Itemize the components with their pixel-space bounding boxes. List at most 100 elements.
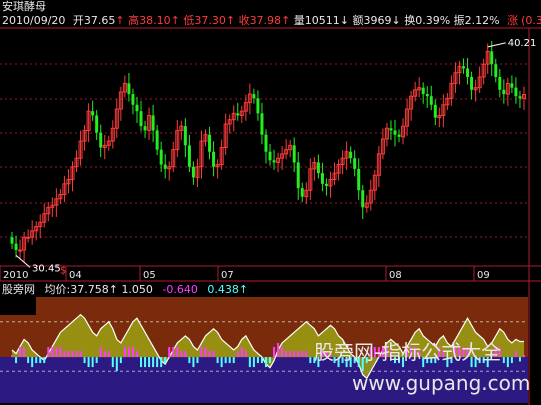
sub-histogram-bar — [144, 357, 147, 368]
sub-histogram-bar — [27, 357, 30, 364]
quote-bar: 2010/09/20 开37.65↑ 高38.10↑ 低37.30↑ 收37.9… — [2, 14, 541, 27]
sub-histogram-bar — [506, 357, 509, 368]
sub-histogram-bar — [236, 351, 239, 358]
max-price-label: 40.21 — [508, 38, 537, 49]
quote-date: 2010/09/20 — [2, 14, 66, 27]
amount-label: 额 — [352, 14, 364, 27]
candle-body-down — [397, 134, 401, 137]
candle-body-down — [135, 104, 139, 112]
sub-histogram-bar — [71, 351, 74, 358]
candle-body-down — [127, 83, 131, 95]
sub-histogram-bar — [127, 347, 130, 358]
sub-histogram-bar — [123, 347, 126, 358]
sub-histogram-bar — [43, 357, 46, 364]
sub-histogram-bar — [264, 357, 267, 368]
sub-histogram-bar — [256, 357, 259, 364]
sub-histogram-bar — [518, 357, 521, 362]
sub-histogram-bar — [248, 357, 251, 368]
sub-histogram-bar — [305, 351, 308, 358]
change-value: (0.33) — [521, 14, 541, 27]
close-label: 收 — [238, 14, 250, 27]
sub-histogram-bar — [111, 357, 114, 368]
sub-histogram-bar — [252, 357, 255, 368]
candle-body-down — [470, 77, 474, 90]
sub-histogram-bar — [91, 357, 94, 368]
sub-histogram-bar — [228, 357, 231, 364]
amount-arrow: ↓ — [391, 14, 401, 27]
low-label: 低 — [183, 14, 195, 27]
candle-body-down — [208, 134, 212, 152]
sub-histogram-bar — [55, 347, 58, 358]
candle-body-down — [155, 130, 159, 150]
sub-histogram-bar — [99, 347, 102, 358]
sub-histogram-bar — [184, 351, 187, 358]
indicator-value-3: 0.438 — [207, 283, 239, 296]
candle-body-down — [425, 94, 429, 97]
indicator-bar: 股旁网 均价:37.758↑ 1.050 -0.640 0.438↑ — [2, 283, 248, 296]
sub-histogram-bar — [289, 351, 292, 358]
sub-histogram-bar — [23, 347, 26, 358]
amplitude-label: 振 — [453, 14, 465, 27]
low-arrow: ↑ — [225, 14, 236, 27]
candle-body-down — [349, 151, 353, 159]
candle-body-down — [429, 96, 433, 105]
sub-histogram-bar — [83, 357, 86, 364]
candle-body-down — [498, 77, 502, 90]
sub-histogram-bar — [269, 357, 272, 364]
candle-body-down — [10, 237, 14, 244]
sub-histogram-bar — [514, 351, 517, 358]
change-label: 涨 — [507, 14, 519, 27]
candle-body-down — [510, 83, 514, 88]
sub-histogram-bar — [196, 357, 199, 364]
candle-body-down — [433, 104, 437, 118]
sub-histogram-bar — [204, 347, 207, 358]
high-value: 38.10 — [139, 14, 171, 27]
candle-body-down — [292, 145, 296, 163]
sub-histogram-bar — [216, 357, 219, 364]
candle-body-down — [131, 94, 135, 105]
sub-histogram-bar — [107, 351, 110, 358]
candle-body-down — [159, 149, 163, 165]
open-label: 开 — [72, 14, 84, 27]
candle-body-up — [26, 236, 31, 239]
sub-histogram-bar — [164, 357, 167, 364]
sub-histogram-bar — [188, 357, 191, 364]
sub-histogram-bar — [87, 357, 90, 368]
candle-body-down — [268, 151, 272, 161]
candle-body-down — [324, 183, 328, 186]
candle-body-down — [139, 111, 143, 127]
sub-histogram-bar — [79, 351, 82, 358]
candle-body-down — [95, 115, 99, 133]
sub-histogram-bar — [160, 357, 163, 368]
marker-glyph: $ — [60, 265, 66, 276]
sub-histogram-bar — [168, 347, 171, 358]
sub-histogram-bar — [15, 357, 18, 364]
turnover-value: 0.39% — [415, 14, 451, 27]
avg-arrow: ↑ — [108, 283, 118, 296]
close-value: 37.98 — [249, 14, 282, 27]
candle-body-down — [260, 113, 264, 135]
sub-histogram-bar — [156, 357, 159, 368]
candle-body-down — [316, 162, 320, 174]
sub-histogram-bar — [224, 357, 227, 364]
x-tick-label: 04 — [69, 270, 82, 281]
candle-body-down — [264, 134, 268, 152]
sub-histogram-bar — [309, 357, 312, 364]
sub-histogram-bar — [277, 343, 280, 358]
sub-histogram-bar — [273, 347, 276, 358]
sub-histogram-bar — [200, 347, 203, 358]
sub-histogram-bar — [212, 351, 215, 358]
candle-body-down — [490, 51, 494, 65]
sub-histogram-bar — [301, 351, 304, 358]
sub-histogram-bar — [95, 357, 98, 364]
sub-histogram-bar — [59, 347, 62, 358]
open-value: 37.65 — [83, 14, 116, 27]
open-arrow: ↑ — [115, 14, 125, 27]
high-label: 高 — [128, 14, 140, 27]
sub-histogram-bar — [135, 351, 138, 358]
sub-histogram-bar — [148, 357, 151, 368]
candle-body-down — [389, 128, 393, 131]
sub-histogram-bar — [260, 357, 263, 364]
amplitude-value: 2.12% — [464, 14, 500, 27]
high-arrow: ↑ — [170, 14, 180, 27]
